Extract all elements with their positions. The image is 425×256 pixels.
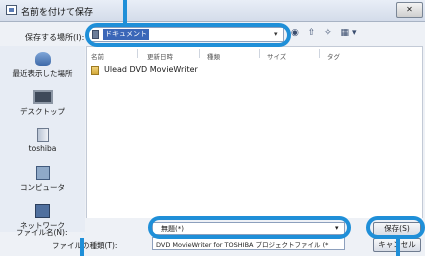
computer-icon — [35, 166, 50, 180]
save-as-dialog: 名前を付けて保存 ✕ 保存する場所(I): ドキュメント ▾ ◉ ⇧ ✧ ▦▾ … — [0, 0, 425, 256]
filename-highlight — [148, 216, 351, 239]
filetype-value: DVD MovieWriter for TOSHIBA プロジェクトファイル (… — [156, 241, 329, 249]
file-list[interactable]: 名前 更新日時 種類 サイズ タグ Ulead DVD MovieWriter — [86, 46, 423, 232]
place-recent[interactable]: 最近表示した場所 — [0, 52, 85, 79]
title-bar: 名前を付けて保存 ✕ — [0, 0, 425, 22]
column-divider — [137, 49, 138, 58]
save-button-highlight — [366, 216, 425, 239]
column-header-modified[interactable]: 更新日時 — [147, 51, 173, 61]
place-desktop[interactable]: デスクトップ — [0, 90, 85, 117]
column-header-size[interactable]: サイズ — [267, 51, 286, 61]
callout-pointer-line — [396, 238, 400, 256]
column-divider — [259, 49, 260, 58]
place-label: デスクトップ — [20, 107, 65, 116]
recent-places-icon — [34, 52, 51, 66]
filename-label: ファイル名(N): — [16, 228, 68, 237]
place-label: コンピュータ — [20, 183, 65, 192]
filetype-label: ファイルの種類(T): — [52, 241, 118, 250]
user-folder-icon — [36, 128, 49, 142]
callout-pointer-line — [123, 0, 127, 24]
column-header-type[interactable]: 種類 — [207, 51, 220, 61]
place-label: toshiba — [28, 144, 57, 153]
place-label: 最近表示した場所 — [12, 69, 73, 78]
column-divider — [319, 49, 320, 58]
file-name: Ulead DVD MovieWriter — [104, 65, 198, 74]
column-header-name[interactable]: 名前 — [91, 51, 104, 61]
column-divider — [199, 49, 200, 58]
callout-pointer-line — [80, 238, 84, 256]
desktop-icon — [32, 90, 53, 104]
save-in-label: 保存する場所(I): — [25, 33, 85, 42]
column-header-tags[interactable]: タグ — [327, 51, 340, 61]
window-icon — [6, 5, 17, 15]
places-bar: 最近表示した場所 デスクトップ toshiba コンピュータ ネットワーク — [0, 46, 85, 232]
location-highlight — [85, 23, 291, 47]
list-item[interactable]: Ulead DVD MovieWriter — [91, 65, 291, 76]
folder-icon — [91, 66, 99, 75]
place-user[interactable]: toshiba — [0, 128, 85, 153]
place-computer[interactable]: コンピュータ — [0, 166, 85, 193]
network-icon — [35, 204, 50, 218]
dialog-title: 名前を付けて保存 — [21, 8, 94, 18]
close-button[interactable]: ✕ — [396, 2, 423, 18]
toolbar-icons[interactable]: ◉ ⇧ ✧ ▦▾ — [291, 28, 360, 38]
